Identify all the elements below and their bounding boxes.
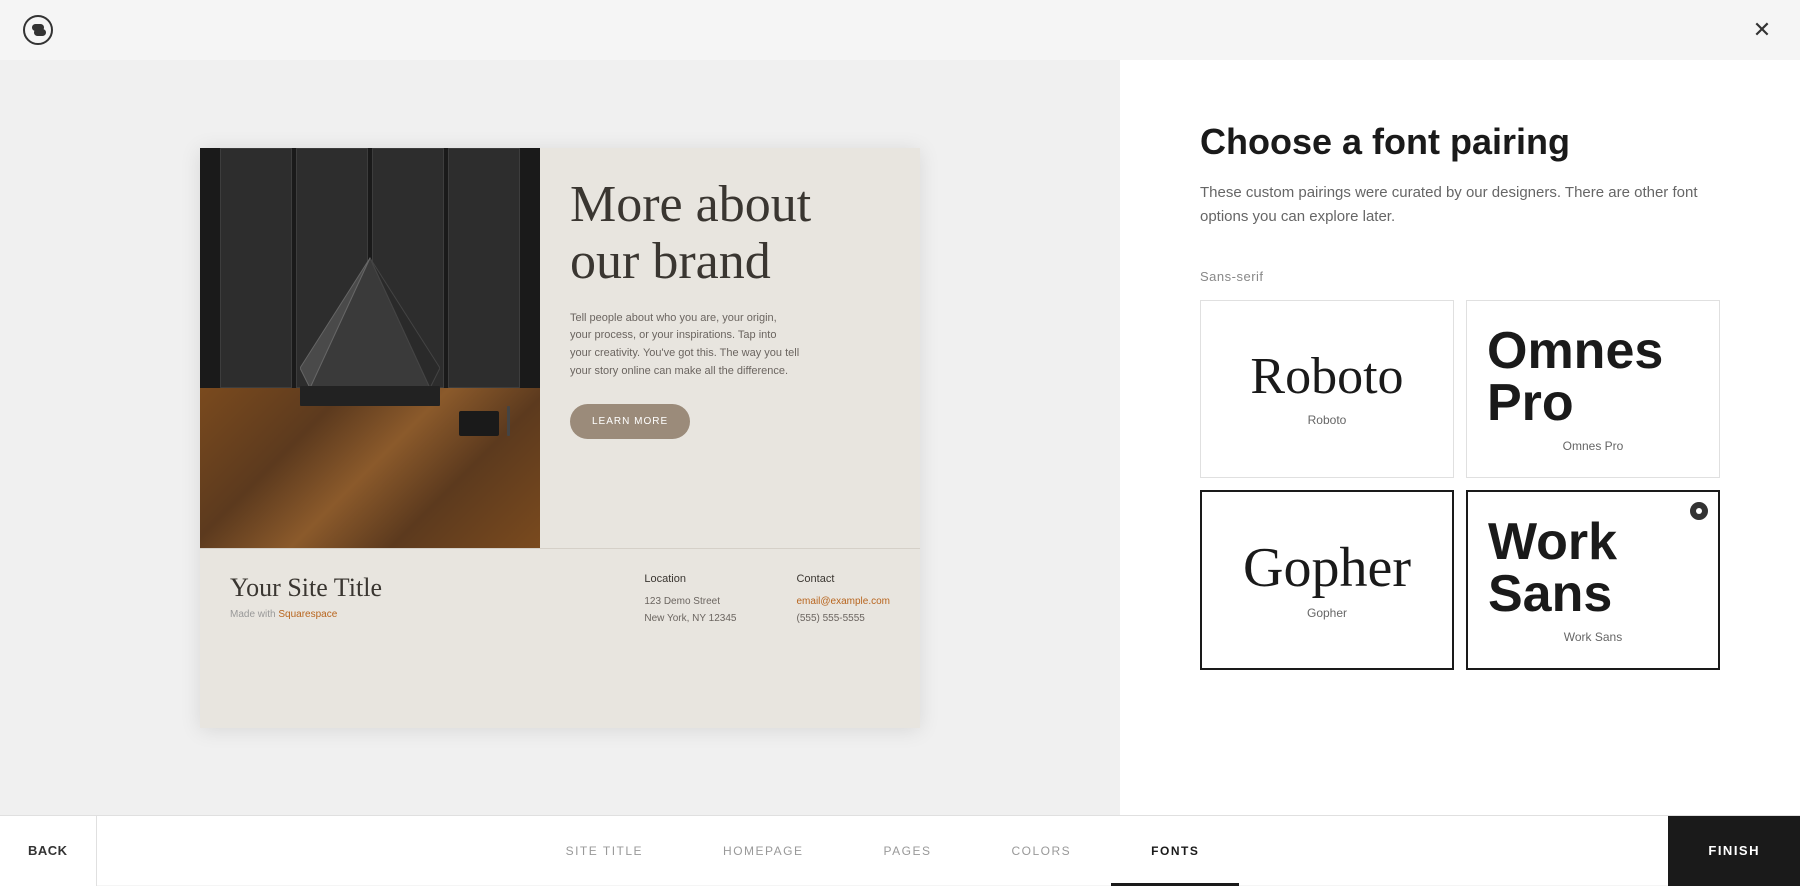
preview-headline: More about our brand <box>570 176 890 290</box>
nav-step-pages[interactable]: PAGES <box>844 816 972 886</box>
panel-title: Choose a font pairing <box>1200 120 1720 163</box>
preview-location-col: Location 123 Demo Street New York, NY 12… <box>644 573 736 627</box>
nav-step-site-title[interactable]: SITE TITLE <box>526 816 683 886</box>
work-sans-label: Work Sans <box>1564 630 1622 644</box>
work-sans-selected-dot <box>1690 502 1708 520</box>
gopher-preview: Gopher <box>1243 540 1411 596</box>
squarespace-link: Squarespace <box>278 609 337 620</box>
font-grid-row1: Roboto Roboto Omnes Pro Omnes Pro <box>1200 300 1720 478</box>
roboto-label: Roboto <box>1308 413 1347 427</box>
nav-steps: SITE TITLE HOMEPAGE PAGES COLORS FONTS <box>97 816 1669 886</box>
font-card-roboto[interactable]: Roboto Roboto <box>1200 300 1454 478</box>
contact-email: email@example.com <box>796 596 890 607</box>
omnes-pro-preview: Omnes Pro <box>1487 325 1699 429</box>
main-content: More about our brand Tell people about w… <box>0 60 1800 815</box>
roboto-preview: Roboto <box>1250 351 1403 403</box>
font-card-gopher[interactable]: Gopher Gopher <box>1200 490 1454 670</box>
font-grid-row2: Gopher Gopher Work Sans Work Sans <box>1200 490 1720 670</box>
right-panel: Choose a font pairing These custom pairi… <box>1120 60 1800 815</box>
preview-learn-more-button: LEARN MORE <box>570 404 690 439</box>
nav-step-homepage[interactable]: HOMEPAGE <box>683 816 843 886</box>
nav-step-colors[interactable]: COLORS <box>971 816 1111 886</box>
preview-image <box>200 148 540 548</box>
squarespace-logo <box>20 12 56 48</box>
font-card-omnes-pro[interactable]: Omnes Pro Omnes Pro <box>1466 300 1720 478</box>
preview-site-info: Your Site Title Made with Squarespace <box>230 573 382 620</box>
work-sans-preview: Work Sans <box>1488 516 1698 620</box>
back-button[interactable]: BACK <box>0 816 97 886</box>
close-button[interactable]: ✕ <box>1744 12 1780 48</box>
preview-panel: More about our brand Tell people about w… <box>0 60 1120 815</box>
preview-bottom: Your Site Title Made with Squarespace Lo… <box>200 548 920 651</box>
preview-frame: More about our brand Tell people about w… <box>200 148 920 728</box>
bottom-nav: BACK SITE TITLE HOMEPAGE PAGES COLORS FO… <box>0 815 1800 885</box>
preview-site-title: Your Site Title <box>230 573 382 603</box>
preview-made-with: Made with Squarespace <box>230 609 382 620</box>
nav-step-fonts[interactable]: FONTS <box>1111 816 1239 886</box>
gopher-label: Gopher <box>1307 606 1347 620</box>
preview-text-area: More about our brand Tell people about w… <box>540 148 920 548</box>
panel-subtitle: These custom pairings were curated by ou… <box>1200 181 1720 229</box>
preview-body-text: Tell people about who you are, your orig… <box>570 310 800 380</box>
preview-footer-columns: Location 123 Demo Street New York, NY 12… <box>644 573 890 627</box>
category-label: Sans-serif <box>1200 269 1720 284</box>
top-bar: ✕ <box>0 0 1800 60</box>
preview-contact-col: Contact email@example.com (555) 555-5555 <box>796 573 890 627</box>
font-card-work-sans[interactable]: Work Sans Work Sans <box>1466 490 1720 670</box>
omnes-pro-label: Omnes Pro <box>1563 439 1624 453</box>
finish-button[interactable]: FINISH <box>1668 816 1800 886</box>
